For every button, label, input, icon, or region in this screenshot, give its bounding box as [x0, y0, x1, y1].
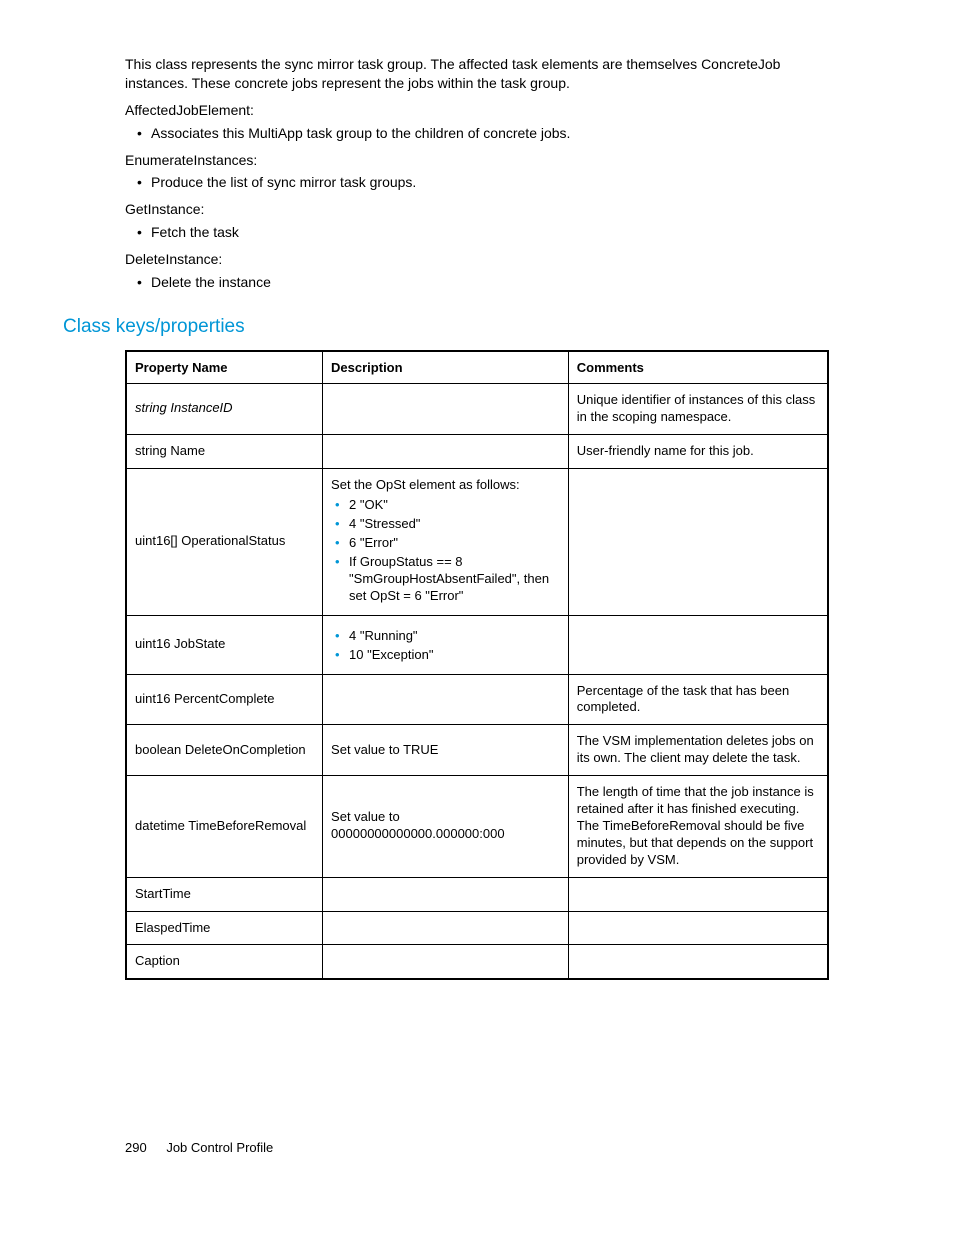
- cell-comments: [568, 945, 828, 979]
- cell-property-name: boolean DeleteOnCompletion: [126, 725, 323, 776]
- cell-description-list: 2 "OK" 4 "Stressed" 6 "Error" If GroupStatu…: [331, 497, 560, 604]
- th-property-name: Property Name: [126, 351, 323, 384]
- cell-comments: [568, 877, 828, 911]
- cell-property-name: Caption: [126, 945, 323, 979]
- cell-description: [323, 383, 569, 434]
- table-row: ElaspedTime: [126, 911, 828, 945]
- cell-description: [323, 945, 569, 979]
- block-label: AffectedJobElement:: [125, 101, 829, 120]
- block-label: GetInstance:: [125, 200, 829, 219]
- block-list: Associates this MultiApp task group to t…: [125, 124, 829, 143]
- cell-description: [323, 877, 569, 911]
- th-comments: Comments: [568, 351, 828, 384]
- th-description: Description: [323, 351, 569, 384]
- blocks-container: AffectedJobElement: Associates this Multi…: [125, 101, 829, 292]
- table-row: Caption: [126, 945, 828, 979]
- footer-title: Job Control Profile: [166, 1140, 273, 1155]
- intro-paragraph: This class represents the sync mirror ta…: [125, 55, 829, 93]
- block-label: DeleteInstance:: [125, 250, 829, 269]
- table-row: StartTime: [126, 877, 828, 911]
- cell-comments: Unique identifier of instances of this c…: [568, 383, 828, 434]
- cell-property-name: datetime TimeBeforeRemoval: [126, 776, 323, 877]
- cell-comments: The VSM implementation deletes jobs on i…: [568, 725, 828, 776]
- cell-description: [323, 911, 569, 945]
- cell-property-name: uint16 PercentComplete: [126, 674, 323, 725]
- cell-description: Set value to TRUE: [323, 725, 569, 776]
- cell-property-name: uint16 JobState: [126, 615, 323, 674]
- cell-description-list-item: 6 "Error": [349, 535, 560, 552]
- cell-description: Set the OpSt element as follows: 2 "OK" 4 …: [323, 468, 569, 615]
- cell-comments: User-friendly name for this job.: [568, 434, 828, 468]
- properties-table: Property Name Description Comments strin…: [125, 350, 829, 980]
- cell-comments: [568, 911, 828, 945]
- cell-description: 4 "Running" 10 "Exception": [323, 615, 569, 674]
- cell-description-text: Set value to TRUE: [331, 742, 560, 759]
- section-heading: Class keys/properties: [63, 316, 829, 338]
- cell-description-list-item: 4 "Running": [349, 628, 560, 645]
- cell-property-name: uint16[] OperationalStatus: [126, 468, 323, 615]
- block-list-item: Delete the instance: [151, 273, 829, 292]
- cell-description-list-item: If GroupStatus == 8 "SmGroupHostAbsentFa…: [349, 554, 560, 605]
- cell-description: [323, 674, 569, 725]
- page-container: This class represents the sync mirror ta…: [0, 0, 954, 1235]
- cell-description-list-item: 4 "Stressed": [349, 516, 560, 533]
- table-row: string Name User-friendly name for this j…: [126, 434, 828, 468]
- block-list-item: Produce the list of sync mirror task gro…: [151, 173, 829, 192]
- cell-comments: [568, 615, 828, 674]
- cell-comments: The length of time that the job instance…: [568, 776, 828, 877]
- block-label: EnumerateInstances:: [125, 151, 829, 170]
- table-row: boolean DeleteOnCompletion Set value to T…: [126, 725, 828, 776]
- cell-description-text: Set value to 00000000000000.000000:000: [331, 809, 560, 843]
- cell-description-list-item: 10 "Exception": [349, 647, 560, 664]
- block-list-item: Fetch the task: [151, 223, 829, 242]
- table-row: datetime TimeBeforeRemovalSet value to 0…: [126, 776, 828, 877]
- table-row: uint16 PercentComplete Percentage of the …: [126, 674, 828, 725]
- table-header-row: Property Name Description Comments: [126, 351, 828, 384]
- block-list: Produce the list of sync mirror task gro…: [125, 173, 829, 192]
- cell-property-name: string InstanceID: [126, 383, 323, 434]
- block-list: Fetch the task: [125, 223, 829, 242]
- cell-description-text: Set the OpSt element as follows:: [331, 477, 560, 494]
- table-row: string InstanceID Unique identifier of in…: [126, 383, 828, 434]
- page-number: 290: [125, 1140, 147, 1155]
- cell-comments: Percentage of the task that has been com…: [568, 674, 828, 725]
- block-list-item: Associates this MultiApp task group to t…: [151, 124, 829, 143]
- cell-property-name: ElaspedTime: [126, 911, 323, 945]
- cell-description-list-item: 2 "OK": [349, 497, 560, 514]
- block-list: Delete the instance: [125, 273, 829, 292]
- cell-property-name: StartTime: [126, 877, 323, 911]
- cell-comments: [568, 468, 828, 615]
- cell-description: [323, 434, 569, 468]
- cell-description: Set value to 00000000000000.000000:000: [323, 776, 569, 877]
- cell-description-list: 4 "Running" 10 "Exception": [331, 628, 560, 664]
- page-footer: 290 Job Control Profile: [125, 1140, 273, 1155]
- table-body: string InstanceID Unique identifier of in…: [126, 383, 828, 979]
- table-row: uint16[] OperationalStatusSet the OpSt e…: [126, 468, 828, 615]
- table-row: uint16 JobState 4 "Running" 10 "Exception": [126, 615, 828, 674]
- cell-property-name: string Name: [126, 434, 323, 468]
